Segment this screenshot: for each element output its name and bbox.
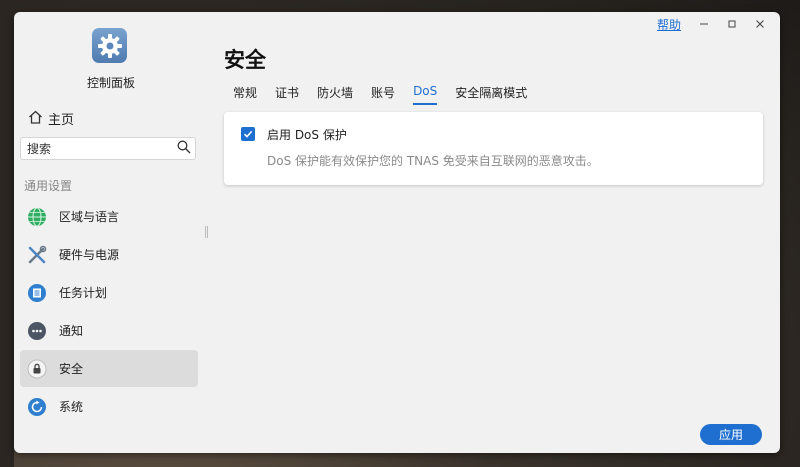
sidebar-item-label: 任务计划 — [59, 286, 108, 300]
tab-certificate[interactable]: 证书 — [275, 84, 299, 105]
checkmark-icon — [243, 130, 253, 138]
system-refresh-icon — [27, 397, 47, 417]
control-panel-window: 控制面板 主页 通用设置 区域与语言 硬件与电源 — [14, 12, 780, 453]
help-link[interactable]: 帮助 — [657, 16, 681, 33]
gear-icon — [92, 28, 127, 63]
sidebar-item-label: 通知 — [59, 324, 84, 338]
sidebar-item-label: 安全 — [59, 362, 84, 376]
home-icon — [28, 110, 43, 128]
tab-account[interactable]: 账号 — [371, 84, 395, 105]
page-title: 安全 — [224, 48, 266, 72]
tab-security-isolation-mode[interactable]: 安全隔离模式 — [455, 84, 527, 105]
dos-settings-card: 启用 DoS 保护 DoS 保护能有效保护您的 TNAS 免受来自互联网的恶意攻… — [224, 112, 763, 185]
tab-firewall[interactable]: 防火墙 — [317, 84, 353, 105]
sidebar-item-task-schedule[interactable]: 任务计划 — [20, 274, 198, 311]
maximize-icon[interactable] — [722, 14, 742, 34]
sidebar-item-home[interactable]: 主页 — [28, 109, 74, 128]
sidebar-item-label: 系统 — [59, 400, 84, 414]
tab-dos[interactable]: DoS — [413, 84, 438, 105]
sidebar-item-label: 硬件与电源 — [59, 248, 120, 262]
sidebar-item-region-language[interactable]: 区域与语言 — [20, 198, 198, 235]
minimize-icon[interactable] — [694, 14, 714, 34]
sidebar-item-system[interactable]: 系统 — [20, 388, 198, 425]
sidebar-item-security[interactable]: 安全 — [20, 350, 198, 387]
sidebar-item-label: 区域与语言 — [59, 210, 120, 224]
apply-button[interactable]: 应用 — [700, 424, 762, 445]
lock-icon — [27, 359, 47, 379]
tab-bar: 常规 证书 防火墙 账号 DoS 安全隔离模式 — [233, 84, 545, 105]
chat-bubble-icon — [27, 321, 47, 341]
search-input[interactable] — [27, 141, 177, 156]
search-icon[interactable] — [177, 139, 191, 158]
sidebar-resize-handle[interactable] — [205, 226, 208, 238]
globe-icon — [27, 207, 47, 227]
enable-dos-label[interactable]: 启用 DoS 保护 — [267, 126, 347, 143]
search-box — [20, 137, 196, 160]
task-list-icon — [27, 283, 47, 303]
sidebar-item-hardware-power[interactable]: 硬件与电源 — [20, 236, 198, 273]
sidebar-item-notification[interactable]: 通知 — [20, 312, 198, 349]
close-icon[interactable] — [750, 14, 770, 34]
enable-dos-checkbox[interactable] — [241, 127, 255, 141]
tools-icon — [27, 245, 47, 265]
app-title: 控制面板 — [86, 76, 135, 90]
dos-description: DoS 保护能有效保护您的 TNAS 免受来自互联网的恶意攻击。 — [267, 154, 599, 168]
sidebar: 控制面板 主页 通用设置 区域与语言 硬件与电源 — [14, 12, 208, 453]
section-label-general: 通用设置 — [24, 179, 73, 193]
home-label: 主页 — [48, 113, 75, 128]
tab-general[interactable]: 常规 — [233, 84, 257, 105]
